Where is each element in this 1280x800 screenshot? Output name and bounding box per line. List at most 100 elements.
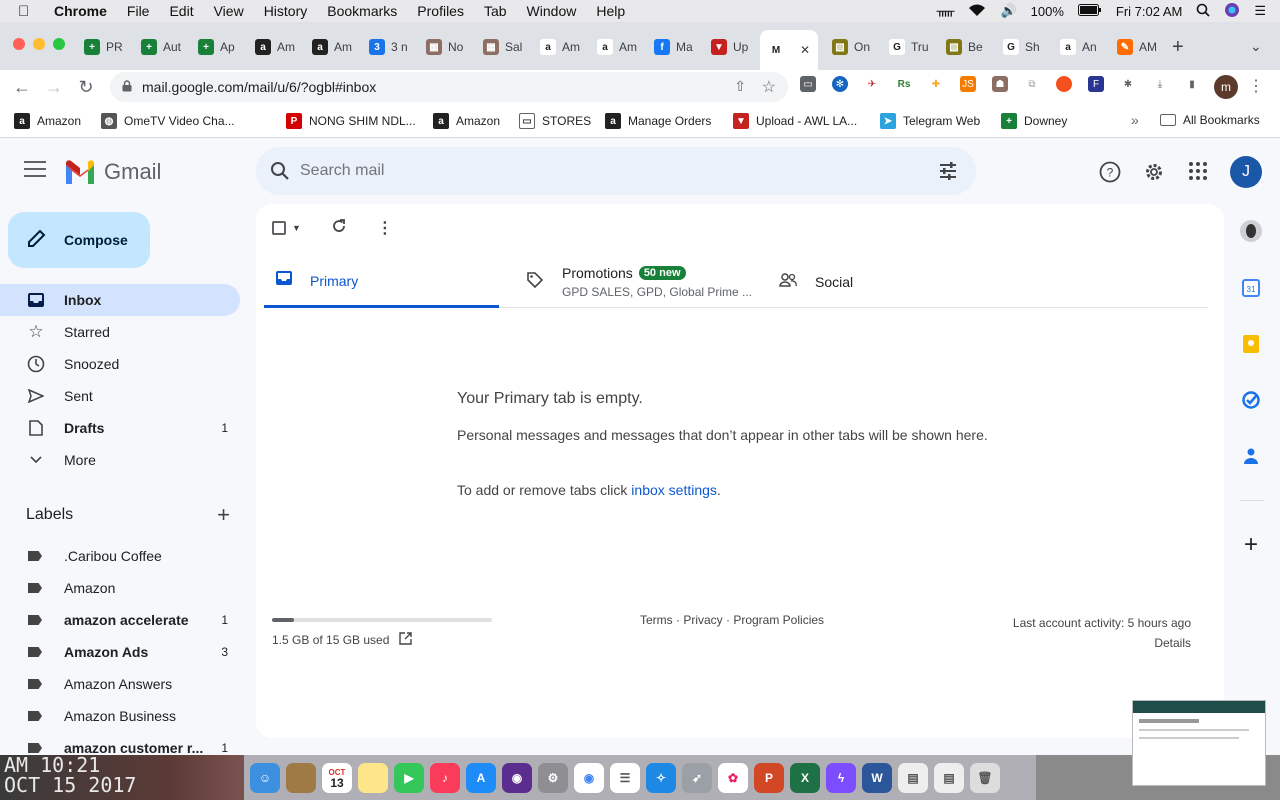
- search-options-icon[interactable]: [938, 161, 958, 186]
- select-all-checkbox[interactable]: [272, 221, 286, 235]
- tasks-icon[interactable]: [1240, 389, 1262, 411]
- google-apps-icon[interactable]: [1188, 161, 1208, 186]
- get-addons-plus-icon[interactable]: +: [1240, 531, 1262, 558]
- gmail-logo[interactable]: Gmail: [64, 159, 161, 185]
- browser-tab[interactable]: G Sh: [1003, 36, 1040, 58]
- menu-clock[interactable]: Fri 7:02 AM: [1116, 4, 1182, 19]
- nav-inbox[interactable]: Inbox: [0, 284, 240, 316]
- label-item[interactable]: amazon accelerate 1: [0, 604, 240, 636]
- screenshot-thumbnail-preview[interactable]: [1132, 700, 1266, 786]
- bookmark-item[interactable]: ➤ Telegram Web: [880, 113, 980, 129]
- bookmark-star-icon[interactable]: ☆: [762, 77, 776, 97]
- bookmark-item[interactable]: + Downey: [1001, 113, 1067, 129]
- footer-policy-links[interactable]: Terms · Privacy · Program Policies: [640, 613, 824, 627]
- all-bookmarks-button[interactable]: All Bookmarks: [1160, 113, 1260, 127]
- reload-button[interactable]: ↻: [70, 77, 102, 98]
- nav-snoozed[interactable]: Snoozed: [0, 348, 240, 380]
- menu-file[interactable]: File: [127, 3, 150, 19]
- siri-icon[interactable]: [1224, 2, 1240, 21]
- compose-button[interactable]: Compose: [8, 212, 150, 268]
- browser-tab[interactable]: 3 3 n: [369, 36, 408, 58]
- more-actions-icon[interactable]: ⋮: [377, 218, 393, 238]
- label-item[interactable]: Amazon Answers: [0, 668, 240, 700]
- safari-icon[interactable]: ✧: [646, 762, 676, 793]
- menu-profiles[interactable]: Profiles: [417, 3, 464, 19]
- keep-icon[interactable]: [1240, 333, 1262, 355]
- contacts-icon[interactable]: [1240, 445, 1262, 467]
- extension-offer-icon[interactable]: ☗: [992, 76, 1008, 92]
- browser-tab[interactable]: a Am: [540, 36, 580, 58]
- browser-tab[interactable]: M ✕: [760, 30, 819, 70]
- tab-close-icon[interactable]: ✕: [800, 43, 810, 57]
- launchpad-icon[interactable]: ➶: [682, 762, 712, 793]
- bookmarks-overflow-button[interactable]: »: [1131, 112, 1139, 128]
- new-tab-button[interactable]: +: [1172, 36, 1184, 59]
- menu-window[interactable]: Window: [527, 3, 577, 19]
- download-icon[interactable]: ⤓: [1152, 76, 1168, 92]
- bookmark-item[interactable]: ▭ STORES: [519, 113, 591, 129]
- window-zoom-button[interactable]: [53, 38, 65, 50]
- volume-icon[interactable]: 🔊: [1000, 3, 1016, 19]
- browser-tab[interactable]: a Am: [255, 36, 295, 58]
- menu-help[interactable]: Help: [596, 3, 625, 19]
- address-bar[interactable]: mail.google.com/mail/u/6/?ogbl#inbox ⇧ ☆: [110, 72, 788, 102]
- tab-primary[interactable]: Primary: [264, 256, 499, 308]
- bookmark-item[interactable]: P NONG SHIM NDL...: [286, 113, 416, 129]
- browser-tab[interactable]: a Am: [597, 36, 637, 58]
- menu-view[interactable]: View: [214, 3, 244, 19]
- bookmark-item[interactable]: a Amazon: [14, 113, 81, 129]
- open-in-new-icon[interactable]: [399, 632, 413, 648]
- spotlight-icon[interactable]: [1196, 3, 1210, 20]
- share-icon[interactable]: ⇧: [734, 78, 746, 95]
- bluetooth-icon[interactable]: ᚅ: [937, 3, 955, 19]
- extension-orange-icon[interactable]: [1056, 76, 1072, 92]
- chrome-dock-icon[interactable]: ◉: [574, 762, 604, 793]
- extensions-puzzle-icon[interactable]: ✱: [1120, 76, 1136, 92]
- browser-tab[interactable]: + Aut: [141, 36, 181, 58]
- browser-tab[interactable]: ✎ AM: [1117, 36, 1157, 58]
- extension-off-icon[interactable]: ▭: [800, 76, 816, 92]
- extension-plane-icon[interactable]: ✈: [864, 76, 880, 92]
- calendar-icon[interactable]: 31: [1240, 277, 1262, 299]
- help-icon[interactable]: ?: [1099, 161, 1121, 188]
- browser-tab[interactable]: + Ap: [198, 36, 235, 58]
- browser-tab[interactable]: a An: [1060, 36, 1097, 58]
- app-store-icon[interactable]: A: [466, 762, 496, 793]
- browser-tab[interactable]: G Tru: [889, 36, 929, 58]
- main-menu-icon[interactable]: [24, 161, 46, 182]
- bookmark-item[interactable]: ▼ Upload - AWL LA...: [733, 113, 857, 129]
- inbox-settings-link[interactable]: inbox settings: [631, 482, 717, 498]
- search-icon[interactable]: [270, 161, 290, 186]
- calendar-app-icon[interactable]: OCT 13: [322, 762, 352, 793]
- messenger-icon[interactable]: ϟ: [826, 762, 856, 793]
- battery-icon[interactable]: [1077, 3, 1102, 19]
- siri-dock-icon[interactable]: ◉: [502, 762, 532, 793]
- back-button[interactable]: ←: [6, 77, 38, 98]
- browser-tab[interactable]: ▼ Up: [711, 36, 748, 58]
- refresh-icon[interactable]: [331, 218, 347, 239]
- system-preferences-icon[interactable]: ⚙: [538, 762, 568, 793]
- side-panel-icon[interactable]: ▮: [1184, 76, 1200, 92]
- activity-details-link[interactable]: Details: [1013, 633, 1191, 653]
- tab-social[interactable]: Social: [779, 256, 853, 308]
- browser-tab[interactable]: ▦ Sal: [483, 36, 522, 58]
- menu-edit[interactable]: Edit: [169, 3, 193, 19]
- label-item[interactable]: Amazon Business: [0, 700, 240, 732]
- trash-icon[interactable]: 🗑: [970, 762, 1000, 793]
- menu-history[interactable]: History: [264, 3, 308, 19]
- notes-icon[interactable]: [358, 762, 388, 793]
- bookmark-item[interactable]: a Amazon: [433, 113, 500, 129]
- browser-tab[interactable]: ▦ No: [426, 36, 463, 58]
- browser-tab[interactable]: f Ma: [654, 36, 693, 58]
- finder-icon[interactable]: ☺: [250, 762, 280, 793]
- window-minimize-button[interactable]: [33, 38, 45, 50]
- google-account-avatar[interactable]: J: [1230, 156, 1262, 188]
- chrome-profile-avatar[interactable]: m: [1214, 75, 1238, 99]
- nav-sent[interactable]: Sent: [0, 380, 240, 412]
- extension-globe-icon[interactable]: ✻: [832, 76, 848, 92]
- apple-icon[interactable]: : [18, 3, 36, 20]
- browser-tab[interactable]: ▧ Be: [946, 36, 983, 58]
- extension-plus-icon[interactable]: ✚: [928, 76, 944, 92]
- select-dropdown-chevron-icon[interactable]: ▼: [292, 223, 301, 233]
- tab-search-chevron-icon[interactable]: ⌄: [1250, 38, 1262, 55]
